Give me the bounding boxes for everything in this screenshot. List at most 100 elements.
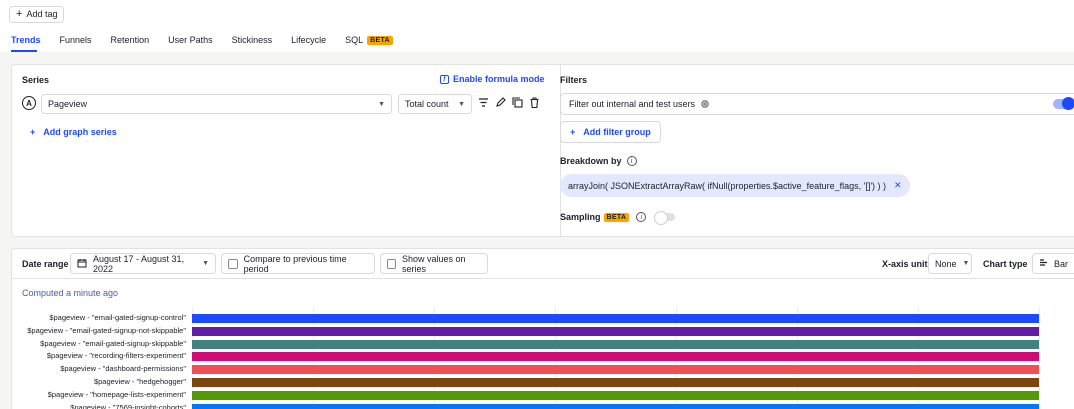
bar[interactable] — [192, 339, 1039, 349]
tab-label: SQL — [345, 35, 364, 45]
compare-checkbox[interactable] — [228, 258, 238, 269]
plus-icon: + — [30, 127, 36, 137]
bar[interactable] — [192, 326, 1039, 336]
gear-icon[interactable] — [699, 99, 710, 110]
chevron-down-icon: ▼ — [458, 100, 465, 108]
filters-title: Filters — [560, 75, 588, 85]
close-icon[interactable]: ✕ — [894, 180, 902, 191]
date-range-select[interactable]: August 17 - August 31, 2022 ▼ — [70, 253, 216, 274]
tab-stickiness[interactable]: Stickiness — [232, 34, 273, 46]
bar[interactable] — [192, 390, 1039, 400]
bar-label: $pageview - "dashboard-permissions" — [60, 364, 186, 374]
bar[interactable] — [192, 403, 1039, 409]
event-select-value: Pageview — [48, 99, 88, 109]
copy-icon[interactable] — [512, 97, 523, 108]
pencil-icon[interactable] — [495, 97, 506, 108]
formula-icon: ƒ — [440, 74, 449, 84]
top-bar: + Add tag Trends Funnels Retention User … — [0, 0, 1074, 52]
panel-divider — [560, 65, 561, 236]
chevron-down-icon: ▼ — [202, 260, 209, 267]
chart-type-value: Bar — [1054, 258, 1069, 269]
bar-label: $pageview - "email-gated-signup-skippabl… — [40, 338, 186, 348]
compare-label: Compare to previous time period — [243, 253, 347, 274]
calendar-icon — [77, 258, 87, 270]
filter-internal-label: Filter out internal and test users — [569, 99, 696, 109]
add-filter-group-label: Add filter group — [583, 127, 651, 137]
breakdown-pill[interactable]: arrayJoin( JSONExtractArrayRaw( ifNull(p… — [560, 174, 910, 197]
tab-label: Trends — [11, 35, 41, 45]
bar-label: $pageview - "email-gated-signup-control" — [49, 313, 186, 322]
tab-label: Retention — [110, 35, 150, 45]
sampling-toggle[interactable] — [654, 211, 676, 225]
math-select-value: Total count — [405, 99, 449, 109]
enable-formula-button[interactable]: ƒ Enable formula mode — [440, 74, 545, 84]
query-editor-panel: Series ƒ Enable formula mode A Pageview … — [11, 64, 1074, 237]
series-title: Series — [22, 75, 50, 85]
tab-retention[interactable]: Retention — [111, 34, 150, 46]
plus-icon: + — [570, 127, 576, 137]
add-tag-button[interactable]: + Add tag — [9, 6, 65, 23]
tab-label: Funnels — [59, 35, 92, 45]
insight-tabs: Trends Funnels Retention User Paths Stic… — [11, 34, 412, 46]
gridline — [1039, 307, 1040, 409]
tab-label: User Paths — [168, 35, 213, 45]
bar[interactable] — [192, 378, 1039, 387]
chevron-down-icon: ▼ — [378, 100, 385, 108]
show-values-checkbox[interactable] — [387, 258, 397, 269]
beta-badge: BETA — [367, 35, 393, 45]
compare-toggle[interactable]: Compare to previous time period — [221, 253, 375, 274]
plus-icon: + — [16, 8, 23, 20]
tab-user-paths[interactable]: User Paths — [168, 34, 213, 46]
breakdown-value: arrayJoin( JSONExtractArrayRaw( ifNull(p… — [568, 180, 887, 191]
date-range-label: Date range — [22, 259, 69, 269]
x-axis-unit-select[interactable]: None ▼ — [928, 253, 972, 274]
tab-funnels[interactable]: Funnels — [60, 34, 92, 46]
tab-label: Lifecycle — [291, 35, 327, 45]
breakdown-title-row: Breakdown by i — [560, 156, 637, 166]
math-select[interactable]: Total count ▼ — [398, 94, 472, 114]
filter-internal-toggle[interactable] — [1053, 97, 1074, 110]
event-select[interactable]: Pageview ▼ — [41, 94, 392, 114]
bar[interactable] — [192, 352, 1039, 362]
sampling-label: Sampling — [560, 212, 601, 222]
x-axis-unit-label: X-axis unit — [882, 259, 928, 269]
tab-label: Stickiness — [231, 35, 273, 45]
bar-label: $pageview - "email-gated-signup-not-skip… — [27, 325, 186, 335]
formula-label: Enable formula mode — [453, 74, 545, 84]
add-graph-series-label: Add graph series — [43, 127, 117, 137]
bar-label: $pageview - "hedgehogger" — [93, 377, 186, 386]
active-tab-indicator — [11, 50, 37, 52]
info-icon[interactable]: i — [626, 156, 637, 166]
show-values-label: Show values on series — [402, 253, 466, 274]
bar-label: $pageview - "homepage-lists-experiment" — [47, 389, 186, 399]
tab-trends[interactable]: Trends — [11, 34, 41, 46]
sampling-row: Sampling BETA i — [560, 211, 676, 225]
chevron-down-icon: ▼ — [962, 260, 970, 267]
bar-chart-icon — [1039, 258, 1048, 269]
bar-label: $pageview - "7569-insight-cohorts" — [70, 402, 186, 409]
breakdown-title: Breakdown by — [560, 156, 622, 166]
series-letter-badge: A — [22, 96, 36, 110]
filter-internal-users-row[interactable]: Filter out internal and test users — [560, 93, 1074, 115]
chart-toolbar: Date range August 17 - August 31, 2022 ▼… — [12, 249, 1074, 279]
add-graph-series-button[interactable]: + Add graph series — [30, 127, 117, 137]
chart-type-select[interactable]: Bar — [1032, 253, 1074, 274]
bar[interactable] — [192, 365, 1039, 375]
beta-badge: BETA — [603, 212, 630, 222]
trash-icon[interactable] — [529, 97, 540, 108]
info-icon[interactable]: i — [636, 212, 647, 222]
series-actions — [478, 97, 540, 108]
date-range-value: August 17 - August 31, 2022 — [93, 253, 185, 274]
show-values-toggle[interactable]: Show values on series — [380, 253, 488, 274]
bar[interactable] — [192, 314, 1039, 323]
tab-lifecycle[interactable]: Lifecycle — [291, 34, 326, 46]
x-axis-unit-value: None — [935, 258, 957, 269]
filter-icon[interactable] — [478, 97, 489, 108]
chart-panel: Date range August 17 - August 31, 2022 ▼… — [11, 248, 1074, 409]
computed-timestamp: Computed a minute ago — [22, 288, 119, 298]
add-filter-group-button[interactable]: + Add filter group — [560, 121, 661, 143]
add-tag-label: Add tag — [26, 9, 58, 19]
bar-label: $pageview - "recording-filters-experimen… — [46, 351, 186, 361]
chart-type-label: Chart type — [983, 259, 1028, 269]
tab-sql[interactable]: SQL BETA — [345, 34, 393, 46]
